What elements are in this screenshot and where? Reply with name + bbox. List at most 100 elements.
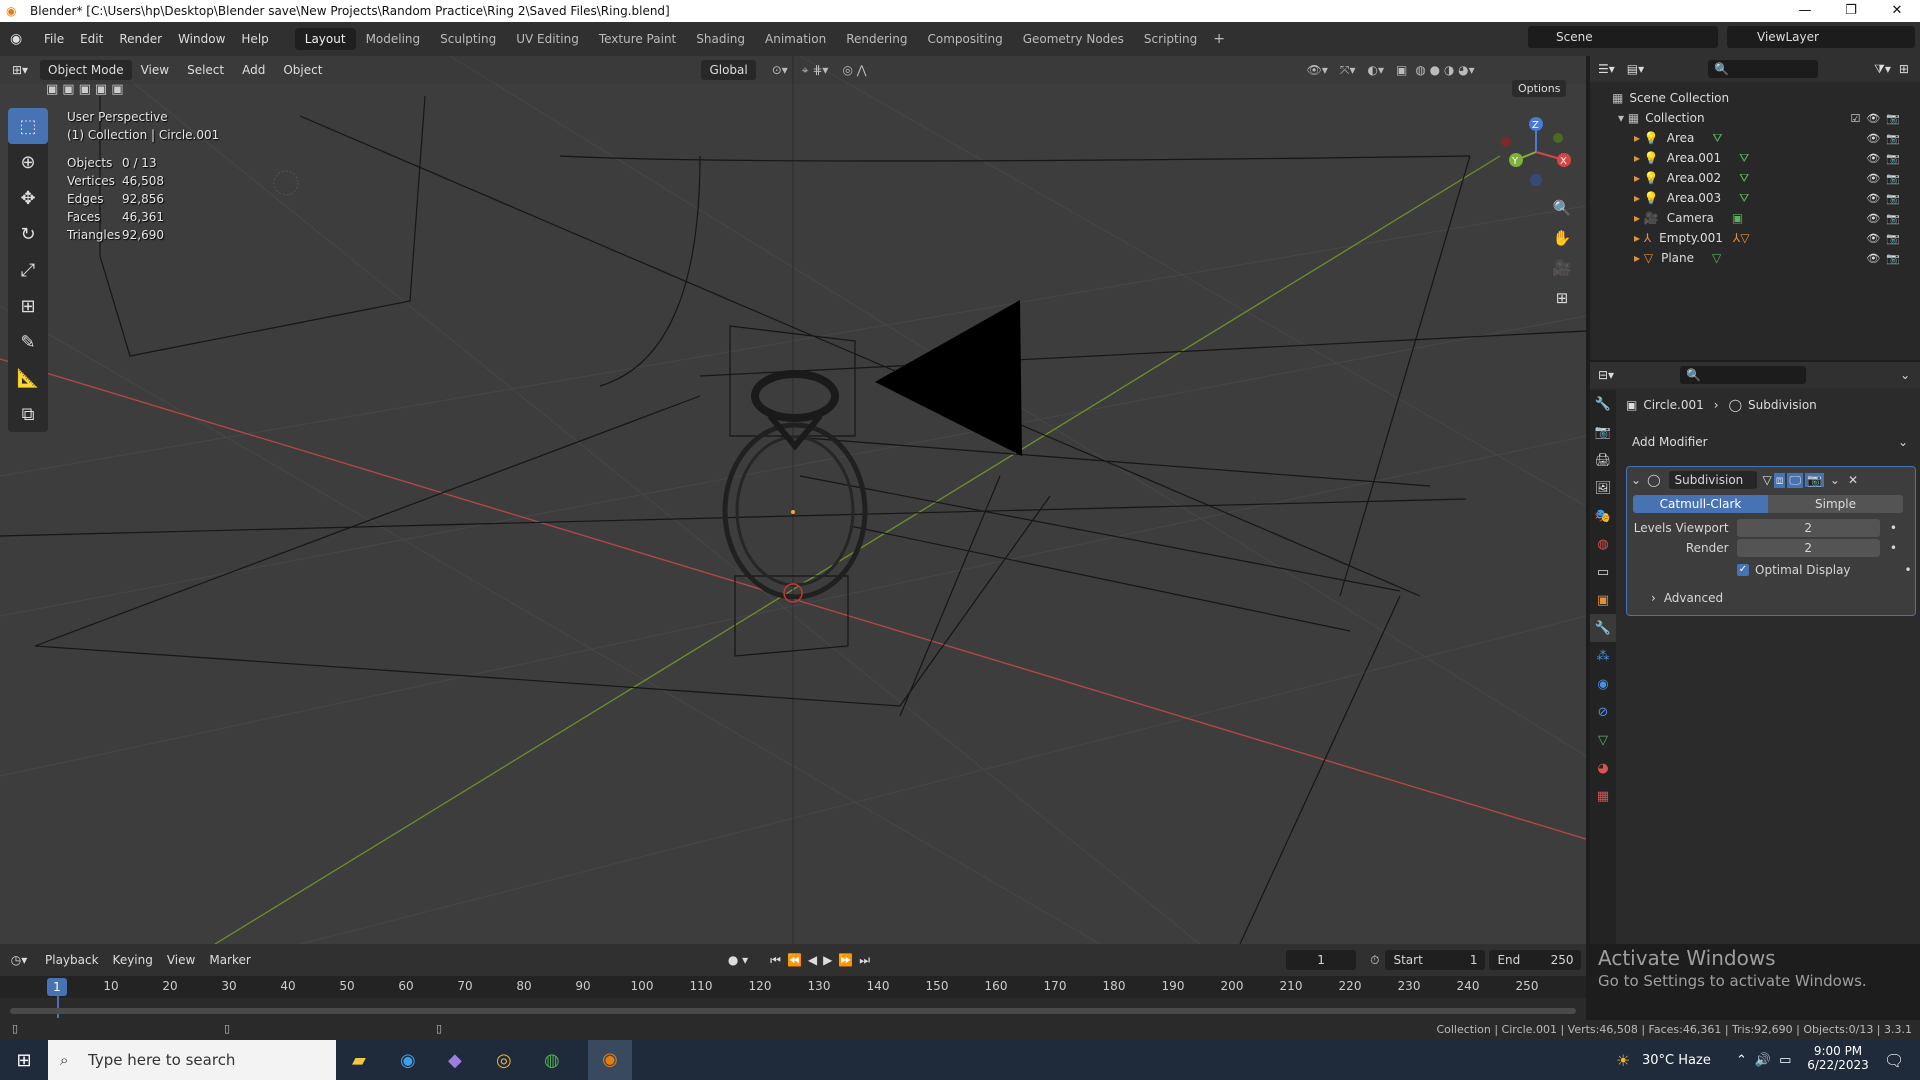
- advanced-subpanel[interactable]: › Advanced: [1651, 591, 1723, 605]
- outliner-item-area-001[interactable]: ▸ 💡 Area.001 ⛛ 👁📷: [1590, 148, 1920, 168]
- restore-icon[interactable]: ❐: [1828, 0, 1874, 22]
- menu-view[interactable]: View: [132, 63, 178, 77]
- tool-tab-icon[interactable]: 🔧: [1590, 390, 1616, 418]
- render-levels-field[interactable]: 2: [1736, 539, 1880, 557]
- media-app-icon[interactable]: ◎: [496, 1050, 512, 1071]
- timeline-editor[interactable]: ◷▾ Playback Keying View Marker ● ▾ ⏮⏪◀▶⏩…: [0, 944, 1586, 1020]
- visibility-icons[interactable]: 👁📷: [1866, 232, 1906, 245]
- select-extend-icon[interactable]: ▣: [62, 82, 78, 97]
- modifier-menu-icon[interactable]: ⌄: [1830, 473, 1840, 487]
- scene-collection-row[interactable]: ▦ Scene Collection: [1590, 88, 1920, 108]
- outliner-item-area-002[interactable]: ▸ 💡 Area.002 ⛛ 👁📷: [1590, 168, 1920, 188]
- collection-visibility-icons[interactable]: ☑👁📷: [1850, 112, 1906, 125]
- auto-key-icon[interactable]: ● ▾: [728, 953, 748, 967]
- options-dropdown[interactable]: Options: [1512, 80, 1567, 97]
- properties-search-input[interactable]: 🔍: [1680, 366, 1807, 384]
- collapse-icon[interactable]: ⌄: [1631, 473, 1641, 487]
- display-mode-icon[interactable]: ▤▾: [1627, 62, 1644, 76]
- blender-taskbar-icon[interactable]: ◉: [588, 1040, 632, 1080]
- tray-icons[interactable]: ⌃🔊▭: [1736, 1053, 1799, 1068]
- snap-icon[interactable]: ⌖ ⋕▾: [802, 63, 829, 78]
- overlay-toggle-icon[interactable]: ◐▾: [1367, 63, 1384, 77]
- tab-shading[interactable]: Shading: [686, 28, 755, 50]
- viewport-toggle-icon[interactable]: 🖵: [1787, 472, 1803, 488]
- outliner-item-area[interactable]: ▸ 💡 Area ⛛ 👁📷: [1590, 128, 1920, 148]
- menu-window[interactable]: Window: [170, 22, 233, 56]
- select-subtract-icon[interactable]: ▣: [79, 82, 95, 97]
- visibility-icons[interactable]: 👁📷: [1866, 172, 1906, 185]
- menu-help[interactable]: Help: [233, 22, 276, 56]
- pan-hand-icon[interactable]: ✋: [1548, 224, 1576, 252]
- timeline-editor-type-icon[interactable]: ◷▾: [0, 953, 38, 967]
- tab-texture-paint[interactable]: Texture Paint: [589, 28, 686, 50]
- xray-icon[interactable]: ▣: [1396, 63, 1407, 77]
- pivot-icon[interactable]: ⊙▾: [772, 63, 788, 77]
- orientation-dropdown[interactable]: Global: [701, 60, 756, 80]
- edge-icon[interactable]: ◉: [400, 1050, 416, 1071]
- select-invert-icon[interactable]: ▣: [95, 82, 111, 97]
- measure-tool-icon[interactable]: 📐: [8, 360, 48, 396]
- playhead[interactable]: 1: [47, 978, 67, 996]
- scene-tab-icon[interactable]: 🎭: [1590, 502, 1616, 530]
- menu-keying[interactable]: Keying: [106, 953, 160, 967]
- visibility-icons[interactable]: 👁📷: [1866, 252, 1906, 265]
- visibility-icons[interactable]: 👁📷: [1866, 212, 1906, 225]
- particles-tab-icon[interactable]: ⁂: [1590, 642, 1616, 670]
- menu-file[interactable]: File: [36, 22, 72, 56]
- outliner-item-area-003[interactable]: ▸ 💡 Area.003 ⛛ 👁📷: [1590, 188, 1920, 208]
- rotate-tool-icon[interactable]: ↻: [8, 216, 48, 252]
- windows-start-icon[interactable]: ⊞: [0, 1050, 48, 1071]
- view-layer-tab-icon[interactable]: 🖼: [1590, 474, 1616, 502]
- select-box-tool-icon[interactable]: ⬚: [8, 108, 48, 144]
- proportional-edit-icon[interactable]: ◎ ⋀: [842, 63, 866, 77]
- outliner-item-camera[interactable]: ▸ 🎥 Camera ▣ 👁📷: [1590, 208, 1920, 228]
- delete-modifier-icon[interactable]: ✕: [1848, 473, 1858, 487]
- texture-tab-icon[interactable]: ▦: [1590, 782, 1616, 810]
- outliner-search-input[interactable]: 🔍: [1708, 60, 1819, 78]
- outliner-item-empty-001[interactable]: ▸ ⅄ Empty.001 ⅄▽ 👁📷: [1590, 228, 1920, 248]
- visibility-icons[interactable]: 👁📷: [1866, 152, 1906, 165]
- navigation-gizmo[interactable]: Z X Y: [1496, 112, 1576, 192]
- visibility-icons[interactable]: 👁📷: [1866, 132, 1906, 145]
- tab-sculpting[interactable]: Sculpting: [430, 28, 506, 50]
- start-frame-field[interactable]: Start 1: [1385, 950, 1486, 970]
- material-tab-icon[interactable]: ◕: [1590, 754, 1616, 782]
- clock[interactable]: 9:00 PM 6/22/2023: [1798, 1044, 1878, 1072]
- add-modifier-dropdown[interactable]: Add Modifier ⌄: [1626, 432, 1916, 452]
- new-collection-icon[interactable]: ⊞: [1899, 62, 1909, 76]
- tab-scripting[interactable]: Scripting: [1134, 28, 1207, 50]
- minimize-icon[interactable]: —: [1782, 0, 1828, 22]
- 3d-viewport[interactable]: ⊞▾ Object Mode View Select Add Object Gl…: [0, 56, 1586, 944]
- physics-tab-icon[interactable]: ◉: [1590, 670, 1616, 698]
- menu-timeline-view[interactable]: View: [160, 953, 202, 967]
- render-toggle-icon[interactable]: 📷: [1804, 473, 1824, 487]
- chrome-icon[interactable]: ◍: [544, 1050, 560, 1071]
- file-explorer-icon[interactable]: ▰: [352, 1050, 366, 1071]
- taskbar-search[interactable]: ⌕ Type here to search: [48, 1040, 336, 1080]
- add-workspace-icon[interactable]: +: [1207, 31, 1231, 47]
- data-tab-icon[interactable]: ▽: [1590, 726, 1616, 754]
- menu-object[interactable]: Object: [274, 63, 331, 77]
- keyframe-dot-icon[interactable]: •: [1890, 541, 1897, 555]
- keyframe-dot-icon[interactable]: •: [1890, 521, 1897, 535]
- current-frame-field[interactable]: 1: [1286, 950, 1357, 970]
- modifier-name-field[interactable]: Subdivision: [1668, 471, 1757, 489]
- collection-tab-icon[interactable]: ▭: [1590, 558, 1616, 586]
- cage-toggle-icon[interactable]: ⧈: [1773, 472, 1786, 488]
- transform-tool-icon[interactable]: ⊞: [8, 288, 48, 324]
- mode-dropdown[interactable]: Object Mode: [40, 60, 132, 80]
- annotate-tool-icon[interactable]: ✎: [8, 324, 48, 360]
- weather-text[interactable]: 30°C Haze: [1642, 1053, 1711, 1068]
- menu-edit[interactable]: Edit: [72, 22, 111, 56]
- properties-options-icon[interactable]: ⌄: [1900, 368, 1910, 382]
- outliner[interactable]: ☰▾ ▤▾ 🔍 ⧩▾ ⊞ ▦ Scene Collection ▾ ▦ Coll…: [1590, 56, 1920, 360]
- visibility-icons[interactable]: 👁📷: [1866, 192, 1906, 205]
- menu-render[interactable]: Render: [111, 22, 170, 56]
- render-tab-icon[interactable]: 📷: [1590, 418, 1616, 446]
- timeline-scrollbar[interactable]: [10, 1008, 1576, 1014]
- scene-selector[interactable]: Scene: [1528, 26, 1718, 48]
- menu-add[interactable]: Add: [233, 63, 274, 77]
- visibility-icon[interactable]: 👁▾: [1307, 63, 1328, 77]
- modifier-tab-icon[interactable]: 🔧: [1590, 614, 1616, 642]
- simple-button[interactable]: Simple: [1768, 495, 1903, 513]
